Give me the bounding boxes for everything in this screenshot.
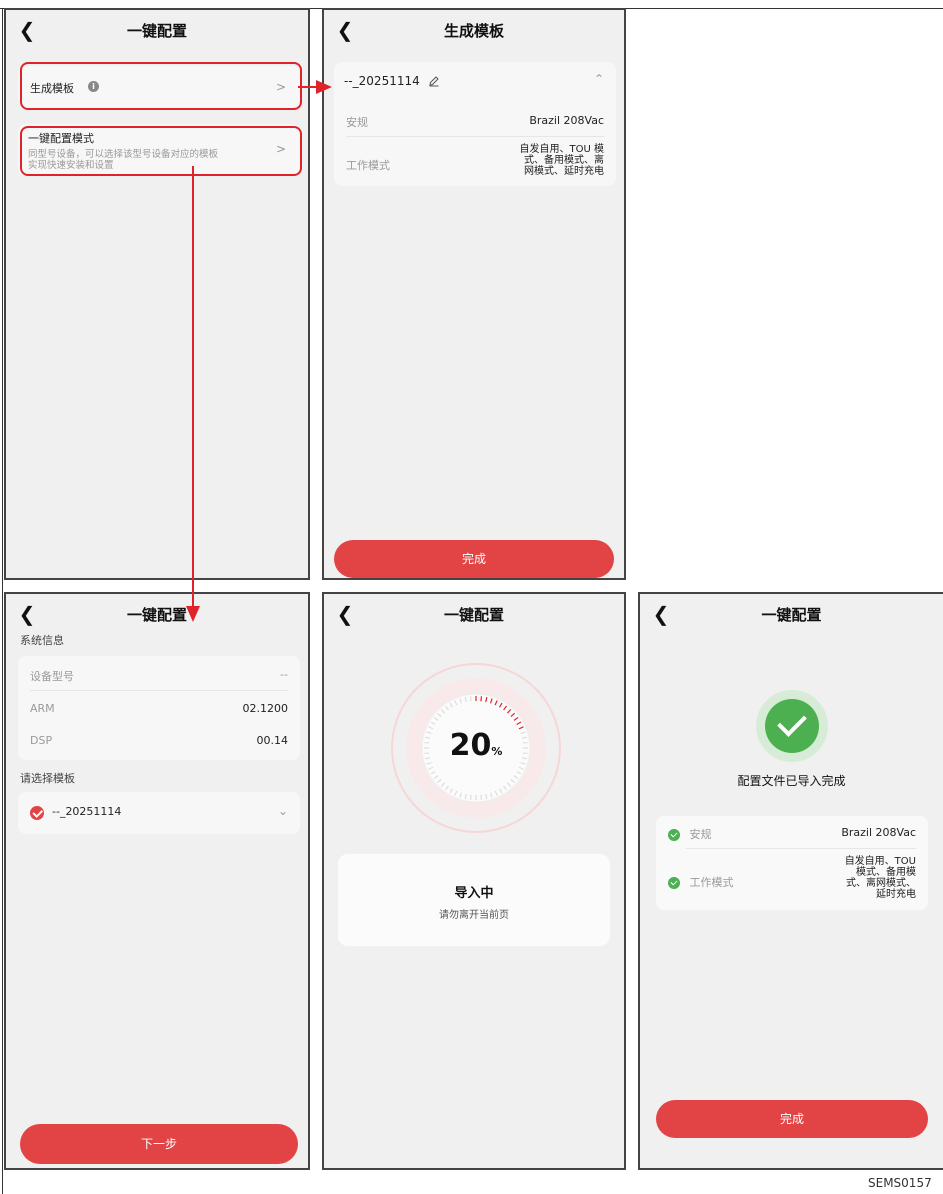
progress-value: 20 — [449, 728, 492, 763]
progress-tick — [480, 794, 483, 800]
row-value: 02.1200 — [242, 702, 289, 715]
screen-one-key-config-select: ❮ 一键配置 系统信息 设备型号 -- ARM 02.1200 DSP 00.1… — [4, 592, 310, 1170]
selected-template-name: --_20251114 — [52, 805, 122, 818]
row-value: 00.14 — [256, 734, 289, 747]
result-card: 安规 Brazil 208Vac 工作模式 自发自用、TOU 模式、备用模 式、… — [656, 816, 928, 910]
header: ❮ 生成模板 — [324, 10, 624, 52]
row-value-line: 式、备用模式、离 — [524, 155, 604, 166]
back-arrow-icon[interactable]: ❮ — [16, 18, 38, 42]
row-label: 安规 — [689, 828, 712, 841]
row-label: ARM — [30, 702, 55, 715]
row-label: 工作模式 — [346, 159, 390, 172]
annotation-arrowhead-icon — [316, 80, 332, 94]
row-value-line: 网模式、延时充电 — [524, 166, 604, 177]
row-value-line: 延时充电 — [876, 889, 916, 900]
template-name: --_20251114 — [344, 74, 420, 88]
row-work-mode: 工作模式 自发自用、TOU 模式、备用模 式、离网模式、 延时充电 — [668, 856, 916, 908]
header: ❮ 一键配置 — [640, 594, 943, 636]
row-value: 自发自用、TOU 模式、备用模 式、离网模式、 延时充电 — [845, 856, 916, 900]
next-step-button[interactable]: 下一步 — [20, 1124, 298, 1164]
screen-one-key-config: ❮ 一键配置 生成模板 i > 一键配置模式 同型号设备，可以选择该型号设备对应… — [4, 8, 310, 580]
page-title: 一键配置 — [761, 606, 822, 624]
back-arrow-icon[interactable]: ❮ — [334, 602, 356, 626]
screen-generate-template: ❮ 生成模板 --_20251114 ⌃ 安规 Brazil 208Vac 工作… — [322, 8, 626, 580]
template-select[interactable]: --_20251114 ⌄ — [18, 792, 300, 834]
success-message: 配置文件已导入完成 — [737, 774, 846, 788]
template-card: --_20251114 ⌃ 安规 Brazil 208Vac 工作模式 自发自用… — [334, 62, 616, 186]
row-device-model: 设备型号 -- — [30, 668, 288, 684]
row-value: -- — [280, 668, 288, 681]
annotation-arrowhead-icon — [186, 606, 200, 622]
done-button[interactable]: 完成 — [656, 1100, 928, 1138]
row-safety: 安规 Brazil 208Vac — [668, 826, 916, 842]
status-title: 导入中 — [454, 886, 494, 901]
row-label: 工作模式 — [689, 876, 734, 889]
divider — [346, 136, 604, 137]
row-label: 设备型号 — [30, 670, 74, 683]
back-arrow-icon[interactable]: ❮ — [334, 18, 356, 42]
header: ❮ 一键配置 — [324, 594, 624, 636]
progress-unit: % — [491, 745, 503, 758]
system-info-card: 设备型号 -- ARM 02.1200 DSP 00.14 — [18, 656, 300, 760]
row-value-line: 自发自用、TOU — [844, 856, 916, 867]
highlight-box — [20, 126, 302, 176]
progress-tick — [469, 696, 472, 702]
screen-importing: ❮ 一键配置 20% 导入中 请勿离开当前页 — [322, 592, 626, 1170]
row-value: Brazil 208Vac — [529, 114, 604, 127]
back-arrow-icon[interactable]: ❮ — [650, 602, 672, 626]
screen-import-complete: ❮ 一键配置 配置文件已导入完成 安规 Brazil 208Vac 工作模式 自… — [638, 592, 943, 1170]
status-subtitle: 请勿离开当前页 — [439, 910, 509, 921]
row-dsp: DSP 00.14 — [30, 734, 288, 750]
chevron-down-icon[interactable]: ⌄ — [278, 804, 288, 818]
figure-code: SEMS0157 — [868, 1176, 932, 1190]
back-arrow-icon[interactable]: ❮ — [16, 602, 38, 626]
selected-check-icon — [30, 806, 44, 820]
section-heading: 系统信息 — [20, 634, 64, 647]
page-title: 一键配置 — [126, 22, 187, 40]
row-value: 自发自用、TOU 模 式、备用模式、离 网模式、延时充电 — [520, 144, 604, 177]
progress-readout: 20% — [386, 728, 566, 763]
row-value-line: 式、离网模式、 — [846, 878, 916, 889]
section-heading: 请选择模板 — [20, 772, 75, 785]
row-safety: 安规 Brazil 208Vac — [346, 114, 604, 130]
check-circle-icon — [756, 690, 828, 762]
check-circle-icon — [668, 829, 680, 841]
progress-tick — [469, 794, 472, 800]
row-label: 安规 — [346, 116, 368, 129]
frame-left-line — [2, 8, 3, 1194]
row-value-line: 自发自用、TOU 模 — [519, 144, 604, 155]
check-circle-icon — [668, 877, 680, 889]
chevron-up-icon[interactable]: ⌃ — [594, 72, 604, 86]
annotation-arrow-line — [192, 166, 194, 606]
header: ❮ 一键配置 — [6, 594, 308, 636]
page-title: 一键配置 — [443, 606, 504, 624]
edit-pencil-icon[interactable] — [428, 75, 440, 87]
divider — [686, 848, 916, 849]
divider — [30, 690, 288, 691]
row-label: DSP — [30, 734, 53, 747]
row-value: Brazil 208Vac — [841, 826, 916, 839]
row-value-line: 模式、备用模 — [856, 867, 916, 878]
progress-tick — [480, 696, 483, 702]
header: ❮ 一键配置 — [6, 10, 308, 52]
row-arm: ARM 02.1200 — [30, 702, 288, 718]
row-work-mode: 工作模式 自发自用、TOU 模 式、备用模式、离 网模式、延时充电 — [346, 144, 604, 184]
highlight-box — [20, 62, 302, 110]
page-title: 一键配置 — [126, 606, 187, 624]
page-title: 生成模板 — [443, 22, 504, 40]
status-card: 导入中 请勿离开当前页 — [338, 854, 610, 946]
done-button[interactable]: 完成 — [334, 540, 614, 578]
